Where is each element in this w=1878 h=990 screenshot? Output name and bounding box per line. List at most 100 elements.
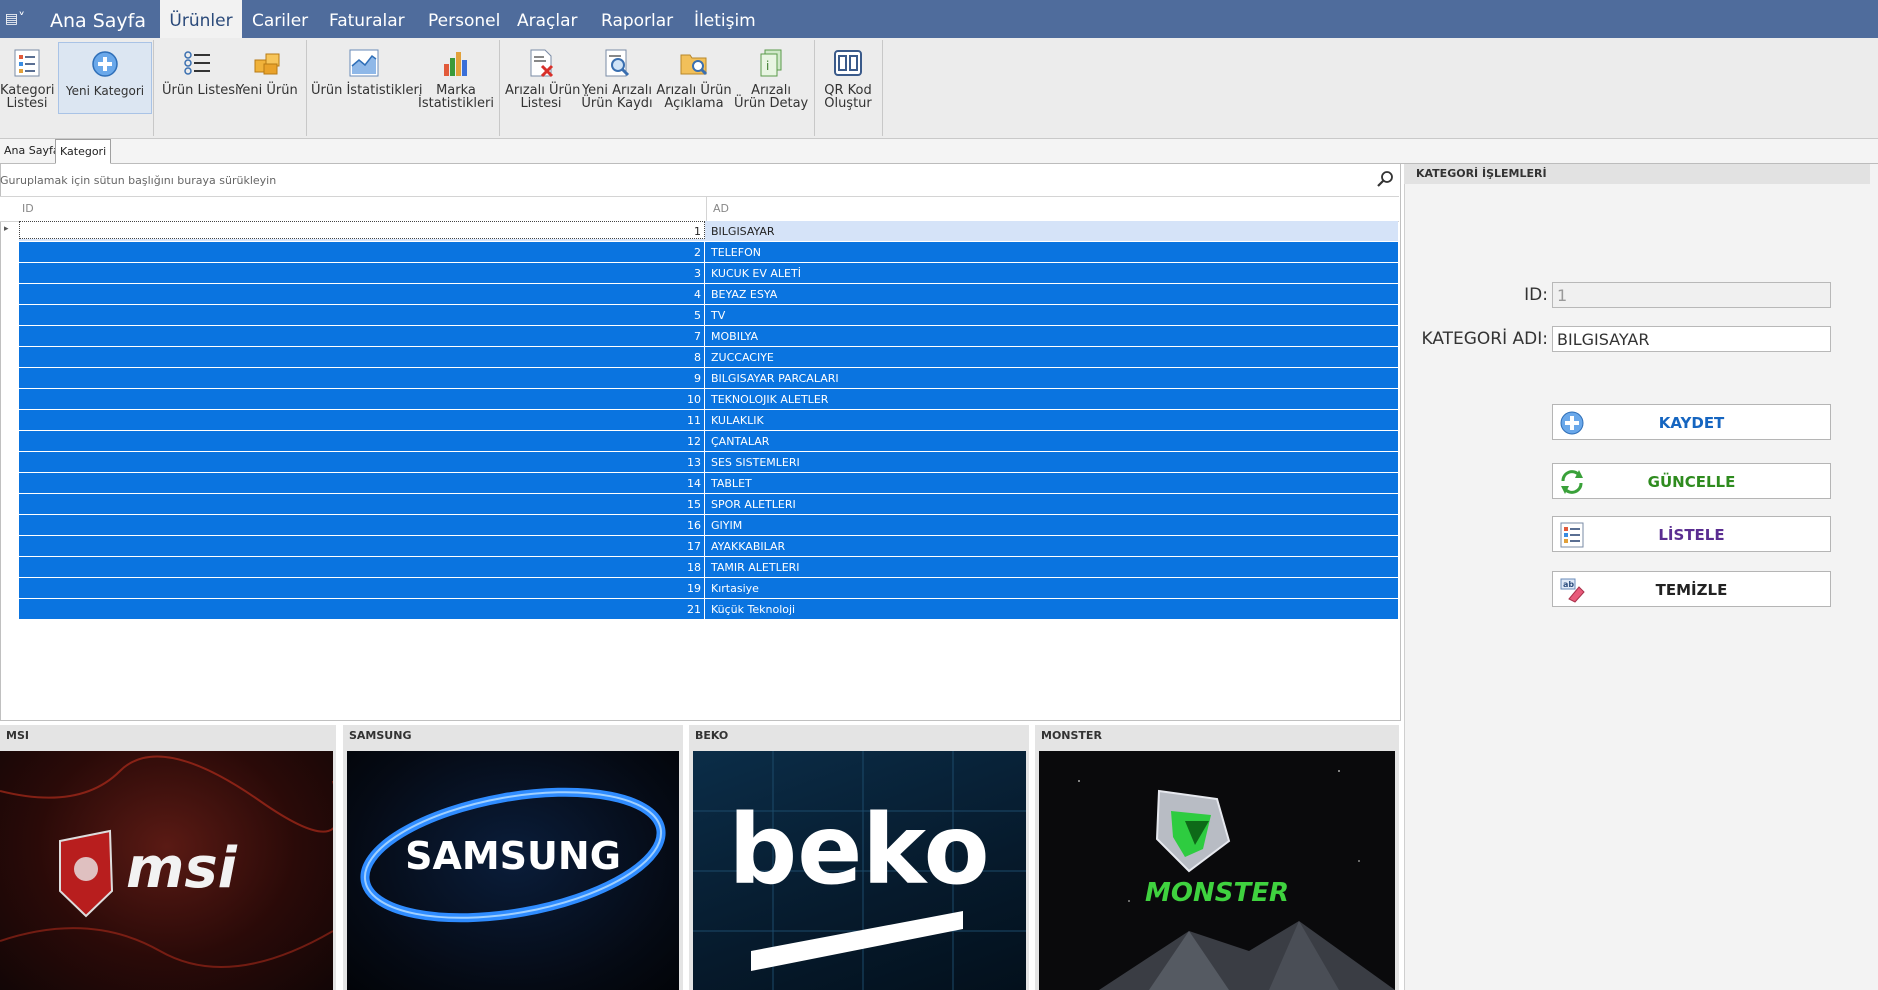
- urun-istatistikleri-button[interactable]: Ürün İstatistikleri: [311, 42, 422, 114]
- cell-ad[interactable]: TV: [711, 305, 1391, 325]
- cell-id[interactable]: 8: [19, 347, 705, 367]
- column-divider: [706, 197, 707, 221]
- app-menu-icon[interactable]: ▤˅: [0, 0, 30, 38]
- cell-id[interactable]: 21: [19, 599, 705, 619]
- row-indicator-icon: ▸: [4, 224, 9, 234]
- tab-raporlar[interactable]: Raporlar: [601, 0, 673, 38]
- msi-logo-image: msi: [0, 751, 333, 990]
- brand-panel-samsung: SAMSUNG SAMSUNG: [343, 725, 683, 990]
- table-row[interactable]: 1 BILGISAYAR: [19, 221, 1398, 242]
- cell-ad[interactable]: TEKNOLOJIK ALETLER: [711, 389, 1391, 409]
- table-row[interactable]: 13 SES SISTEMLERI: [19, 452, 1398, 473]
- cell-ad[interactable]: BEYAZ ESYA: [711, 284, 1391, 304]
- cell-id[interactable]: 17: [19, 536, 705, 556]
- arizali-urun-listesi-button[interactable]: Arızalı Ürün Listesi: [505, 42, 580, 114]
- temizle-button[interactable]: ab TEMİZLE: [1552, 571, 1831, 607]
- svg-text:i: i: [766, 59, 769, 73]
- table-row[interactable]: 5 TV: [19, 305, 1398, 326]
- kategori-listesi-button[interactable]: Kategori Listesi: [0, 42, 55, 114]
- cell-id[interactable]: 18: [19, 557, 705, 577]
- urun-listesi-button[interactable]: Ürün Listesi: [162, 42, 239, 114]
- table-row[interactable]: 15 SPOR ALETLERI: [19, 494, 1398, 515]
- cell-ad[interactable]: TELEFON: [711, 242, 1391, 262]
- yeni-urun-button[interactable]: Yeni Ürün: [234, 42, 300, 114]
- cell-id[interactable]: 16: [19, 515, 705, 535]
- cell-id[interactable]: 10: [19, 389, 705, 409]
- guncelle-button[interactable]: GÜNCELLE: [1552, 463, 1831, 499]
- table-row[interactable]: 10 TEKNOLOJIK ALETLER: [19, 389, 1398, 410]
- column-header-ad[interactable]: AD: [713, 202, 729, 215]
- cell-ad[interactable]: MOBILYA: [711, 326, 1391, 346]
- table-row[interactable]: 18 TAMIR ALETLERI: [19, 557, 1398, 578]
- table-row[interactable]: 3 KUCUK EV ALETİ: [19, 263, 1398, 284]
- cell-ad[interactable]: Kırtasiye: [711, 578, 1391, 598]
- cell-ad[interactable]: TAMIR ALETLERI: [711, 557, 1391, 577]
- cell-id[interactable]: 13: [19, 452, 705, 472]
- table-row[interactable]: 9 BILGISAYAR PARCALARI: [19, 368, 1398, 389]
- cell-id[interactable]: 5: [19, 305, 705, 325]
- brand-logo-text: MONSTER: [1145, 878, 1289, 908]
- cell-id[interactable]: 19: [19, 578, 705, 598]
- kategori-adi-field[interactable]: BILGISAYAR: [1552, 326, 1831, 352]
- listele-button[interactable]: LİSTELE: [1552, 516, 1831, 552]
- search-icon[interactable]: [1377, 170, 1395, 188]
- cell-ad[interactable]: KUCUK EV ALETİ: [711, 263, 1391, 283]
- cell-ad[interactable]: AYAKKABILAR: [711, 536, 1391, 556]
- cell-ad[interactable]: ZUCCACIYE: [711, 347, 1391, 367]
- arizali-urun-detay-button[interactable]: i Arızalı Ürün Detay: [734, 42, 808, 114]
- tab-araclar[interactable]: Araçlar: [517, 0, 578, 38]
- cell-ad[interactable]: SES SISTEMLERI: [711, 452, 1391, 472]
- table-row[interactable]: 19 Kırtasiye: [19, 578, 1398, 599]
- cell-ad[interactable]: KULAKLIK: [711, 410, 1391, 430]
- yeni-arizali-urun-kaydi-button[interactable]: Yeni Arızalı Ürün Kaydı: [580, 42, 654, 114]
- add-circle-icon: [89, 49, 121, 79]
- kaydet-button[interactable]: KAYDET: [1552, 404, 1831, 440]
- arizali-urun-aciklama-button[interactable]: Arızalı Ürün Açıklama: [656, 42, 732, 114]
- cell-id[interactable]: 11: [19, 410, 705, 430]
- cell-ad[interactable]: TABLET: [711, 473, 1391, 493]
- button-label: Oluştur: [824, 96, 872, 111]
- tab-iletisim[interactable]: İletişim: [694, 0, 756, 38]
- samsung-logo-image: SAMSUNG: [347, 751, 679, 990]
- cell-id[interactable]: 9: [19, 368, 705, 388]
- cell-ad[interactable]: Küçük Teknoloji: [711, 599, 1391, 619]
- tab-urunler[interactable]: Ürünler: [160, 0, 242, 38]
- qr-kod-olustur-button[interactable]: QR Kod Oluştur: [816, 42, 880, 114]
- table-row[interactable]: 7 MOBILYA: [19, 326, 1398, 347]
- tab-ana-sayfa[interactable]: Ana Sayfa: [48, 0, 148, 38]
- cell-id[interactable]: 2: [19, 242, 705, 262]
- marka-istatistikleri-button[interactable]: Marka İstatistikleri: [418, 42, 494, 114]
- cell-ad[interactable]: BILGISAYAR: [711, 221, 1391, 241]
- tab-personel[interactable]: Personel: [428, 0, 500, 38]
- table-row[interactable]: 11 KULAKLIK: [19, 410, 1398, 431]
- table-row[interactable]: 14 TABLET: [19, 473, 1398, 494]
- cell-ad[interactable]: SPOR ALETLERI: [711, 494, 1391, 514]
- table-row[interactable]: 12 ÇANTALAR: [19, 431, 1398, 452]
- cell-ad[interactable]: GIYIM: [711, 515, 1391, 535]
- table-row[interactable]: 17 AYAKKABILAR: [19, 536, 1398, 557]
- yeni-kategori-button[interactable]: Yeni Kategori: [58, 42, 152, 114]
- cell-ad[interactable]: ÇANTALAR: [711, 431, 1391, 451]
- table-row[interactable]: 16 GIYIM: [19, 515, 1398, 536]
- document-tab-strip: [0, 139, 1878, 164]
- tab-faturalar[interactable]: Faturalar: [329, 0, 405, 38]
- cell-id[interactable]: 7: [19, 326, 705, 346]
- table-row[interactable]: 2 TELEFON: [19, 242, 1398, 263]
- column-header-id[interactable]: ID: [22, 202, 34, 215]
- cell-id[interactable]: 15: [19, 494, 705, 514]
- button-label: Yeni Kategori: [65, 84, 145, 98]
- table-row[interactable]: 21 Küçük Teknoloji: [19, 599, 1398, 620]
- cell-id[interactable]: 12: [19, 431, 705, 451]
- id-field[interactable]: 1: [1552, 282, 1831, 308]
- cell-id[interactable]: 14: [19, 473, 705, 493]
- table-row[interactable]: 4 BEYAZ ESYA: [19, 284, 1398, 305]
- svg-text:ab: ab: [1563, 580, 1574, 589]
- cell-id[interactable]: 4: [19, 284, 705, 304]
- table-row[interactable]: 8 ZUCCACIYE: [19, 347, 1398, 368]
- cell-ad[interactable]: BILGISAYAR PARCALARI: [711, 368, 1391, 388]
- cell-id[interactable]: 3: [19, 263, 705, 283]
- qr-code-icon: [832, 48, 864, 78]
- cell-id[interactable]: 1: [19, 221, 705, 239]
- tab-cariler[interactable]: Cariler: [252, 0, 308, 38]
- doc-tab-kategori[interactable]: Kategori: [55, 139, 112, 164]
